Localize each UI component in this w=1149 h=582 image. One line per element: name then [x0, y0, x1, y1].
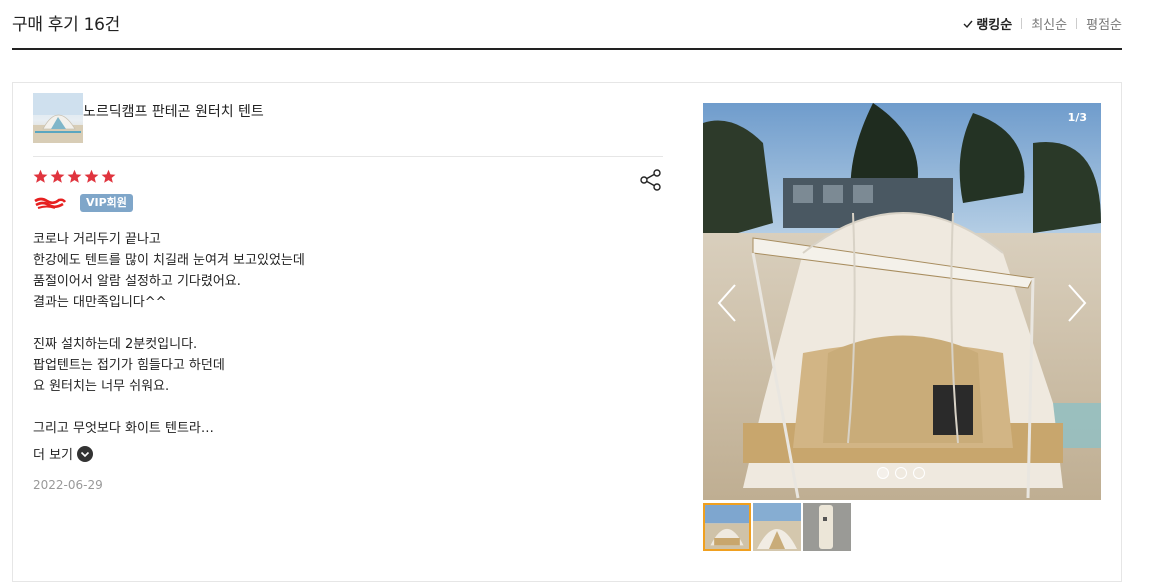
star-icon	[101, 169, 116, 183]
product-thumbnail[interactable]	[33, 93, 83, 143]
check-icon	[963, 20, 973, 28]
star-icon	[50, 169, 65, 183]
carousel-dot[interactable]	[877, 467, 889, 479]
review-line: 품절이어서 알람 설정하고 기다렸어요.	[33, 274, 241, 289]
review-line: 요 원터치는 너무 쉬워요.	[33, 379, 170, 394]
sort-tabs: 랭킹순 최신순 평점순	[963, 14, 1122, 33]
photo-thumbnail[interactable]	[803, 503, 851, 551]
sort-tab-label: 랭킹순	[976, 18, 1013, 33]
read-more-button[interactable]: 더 보기	[33, 444, 94, 463]
share-icon[interactable]	[640, 169, 662, 191]
chevron-right-icon[interactable]	[1065, 283, 1089, 323]
review-line: 결과는 대만족입니다^^	[33, 295, 167, 310]
reviews-header: 구매 후기 16건 랭킹순 최신순 평점순	[12, 0, 1122, 50]
review-line: 진짜 설치하는데 2분컷입니다.	[33, 337, 198, 352]
review-count-title: 구매 후기 16건	[12, 15, 120, 35]
star-icon	[33, 169, 48, 183]
tent-photo	[703, 103, 1101, 500]
photo-counter: 1/3	[1067, 111, 1087, 124]
carousel-dot[interactable]	[895, 467, 907, 479]
product-name[interactable]: 노르딕캠프 판테곤 원터치 텐트	[83, 101, 264, 121]
star-rating	[33, 169, 116, 184]
review-date: 2022-06-29	[33, 478, 103, 492]
chevron-down-icon	[77, 445, 94, 462]
chevron-left-icon[interactable]	[715, 283, 739, 323]
sort-tab-ranking[interactable]: 랭킹순	[963, 14, 1012, 33]
sort-tab-rating[interactable]: 평점순	[1086, 14, 1122, 33]
reviewer-name-redacted	[34, 197, 67, 209]
review-line: 팝업텐트는 접기가 힘들다고 하던데	[33, 358, 225, 373]
photo-thumbnail[interactable]	[753, 503, 801, 551]
review-line: 코로나 거리두기 끝나고	[33, 232, 161, 247]
carousel-dots	[877, 467, 925, 479]
review-text: 코로나 거리두기 끝나고 한강에도 텐트를 많이 치길래 눈여겨 보고있었는데 …	[33, 229, 653, 439]
divider	[1021, 18, 1023, 29]
review-line: 한강에도 텐트를 많이 치길래 눈여겨 보고있었는데	[33, 253, 305, 268]
sort-tab-latest[interactable]: 최신순	[1031, 14, 1067, 33]
read-more-label: 더 보기	[33, 448, 74, 463]
review-line: 그리고 무엇보다 화이트 텐트라…	[33, 421, 214, 436]
star-icon	[67, 169, 82, 183]
photo-thumbnail[interactable]	[703, 503, 751, 551]
review-photo-viewer[interactable]: 1/3	[703, 103, 1101, 500]
membership-badge: VIP회원	[80, 194, 133, 212]
review-card: 노르딕캠프 판테곤 원터치 텐트 VIP회원 코로나 거리두기 끝나고 한강에도…	[12, 82, 1122, 582]
photo-thumbnails	[703, 503, 851, 551]
star-icon	[84, 169, 99, 183]
product-row[interactable]: 노르딕캠프 판테곤 원터치 텐트	[33, 93, 663, 157]
carousel-dot[interactable]	[913, 467, 925, 479]
divider	[1076, 18, 1078, 29]
